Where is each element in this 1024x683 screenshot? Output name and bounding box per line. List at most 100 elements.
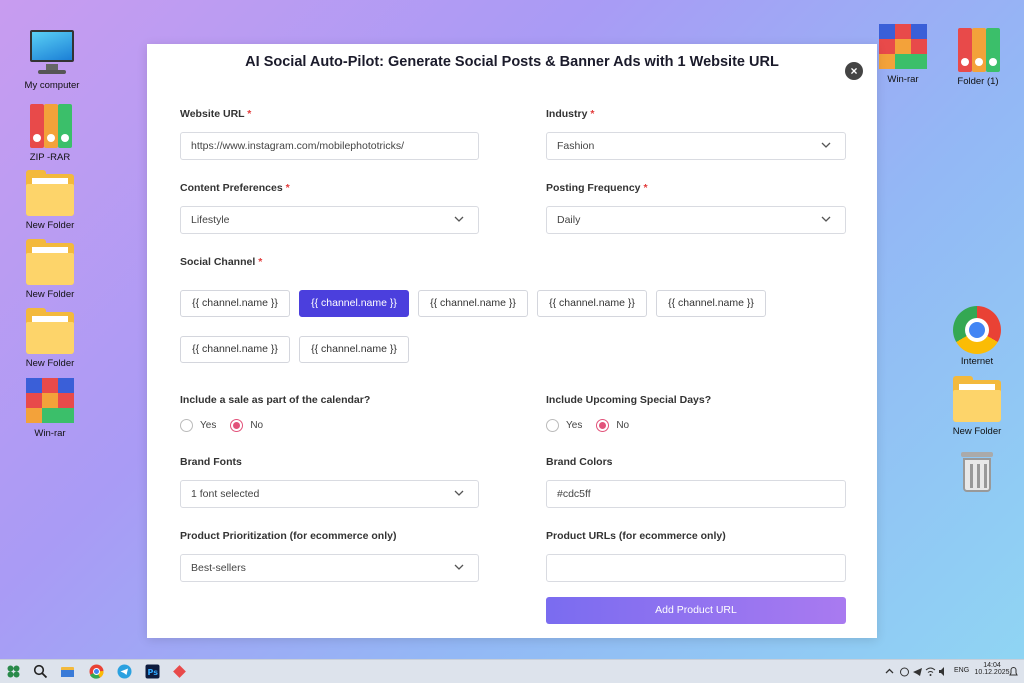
product-prioritization-label: Product Prioritization (for ecommerce on… bbox=[180, 530, 397, 542]
telegram-icon[interactable] bbox=[117, 664, 132, 679]
channel-chip-selected[interactable]: {{ channel.name }} bbox=[299, 290, 409, 317]
desktop-icon-new-folder-right[interactable]: New Folder bbox=[942, 376, 1012, 437]
taskbar: Ps ENG 14:04 10.12.2025 bbox=[0, 659, 1024, 683]
brand-fonts-value: 1 font selected bbox=[191, 488, 260, 500]
special-days-radio-group: Yes No bbox=[546, 419, 643, 432]
chevron-down-icon bbox=[821, 216, 831, 222]
desktop-icon-label: Folder (1) bbox=[957, 76, 999, 87]
search-icon[interactable] bbox=[33, 664, 48, 679]
website-url-label: Website URL * bbox=[180, 108, 252, 120]
folder-icon bbox=[26, 239, 74, 287]
desktop-icon-new-folder-3[interactable]: New Folder bbox=[15, 308, 85, 369]
desktop-icon-winrar[interactable]: Win-rar bbox=[15, 378, 85, 439]
chrome-icon[interactable] bbox=[89, 664, 104, 679]
radio-button-selected[interactable] bbox=[230, 419, 244, 432]
modal-title: AI Social Auto-Pilot: Generate Social Po… bbox=[245, 54, 779, 70]
special-days-no[interactable]: No bbox=[596, 419, 629, 432]
add-product-url-button[interactable]: Add Product URL bbox=[546, 597, 846, 624]
desktop-icon-new-folder-2[interactable]: New Folder bbox=[15, 239, 85, 300]
desktop-icon-winrar-right[interactable]: Win-rar bbox=[868, 24, 938, 85]
content-preferences-label: Content Preferences * bbox=[180, 182, 290, 194]
file-explorer-icon[interactable] bbox=[60, 664, 75, 679]
channel-chip[interactable]: {{ channel.name }} bbox=[180, 290, 290, 317]
radio-button[interactable] bbox=[546, 419, 559, 432]
desktop-icon-label: New Folder bbox=[952, 426, 1002, 437]
product-prioritization-value: Best-sellers bbox=[191, 562, 246, 574]
channel-chip[interactable]: {{ channel.name }} bbox=[537, 290, 647, 317]
desktop-icon-label: My computer bbox=[24, 80, 80, 91]
content-preferences-value: Lifestyle bbox=[191, 214, 230, 226]
start-icon[interactable] bbox=[6, 664, 21, 679]
industry-select[interactable]: Fashion bbox=[546, 132, 846, 160]
desktop-icon-zip-rar[interactable]: ZIP -RAR bbox=[15, 102, 85, 163]
photoshop-icon[interactable]: Ps bbox=[145, 664, 160, 679]
network-icon[interactable] bbox=[899, 664, 910, 679]
chevron-down-icon bbox=[454, 216, 464, 222]
folder-icon bbox=[26, 170, 74, 218]
brand-colors-label: Brand Colors bbox=[546, 456, 613, 468]
special-days-yes[interactable]: Yes bbox=[546, 419, 582, 432]
desktop-icon-label: Internet bbox=[960, 356, 994, 367]
industry-label: Industry * bbox=[546, 108, 595, 120]
product-urls-input[interactable] bbox=[546, 554, 846, 582]
desktop-icon-label: New Folder bbox=[25, 220, 75, 231]
volume-icon[interactable] bbox=[938, 664, 949, 679]
posting-frequency-label: Posting Frequency * bbox=[546, 182, 648, 194]
desktop-icon-label: New Folder bbox=[25, 289, 75, 300]
include-sale-label: Include a sale as part of the calendar? bbox=[180, 394, 371, 406]
desktop-icon-internet[interactable]: Internet bbox=[942, 306, 1012, 367]
folder-icon bbox=[953, 376, 1001, 424]
chevron-down-icon bbox=[821, 142, 831, 148]
clock[interactable]: 14:04 10.12.2025 bbox=[974, 662, 1010, 676]
special-days-label: Include Upcoming Special Days? bbox=[546, 394, 712, 406]
desktop-icon-new-folder-1[interactable]: New Folder bbox=[15, 170, 85, 231]
industry-value: Fashion bbox=[557, 140, 595, 152]
radio-button-selected[interactable] bbox=[596, 419, 610, 432]
wifi-icon[interactable] bbox=[925, 664, 936, 679]
chrome-icon bbox=[953, 306, 1001, 354]
website-url-input[interactable]: https://www.instagram.com/mobilephototri… bbox=[180, 132, 479, 160]
product-urls-label: Product URLs (for ecommerce only) bbox=[546, 530, 726, 542]
posting-frequency-select[interactable]: Daily bbox=[546, 206, 846, 234]
svg-text:Ps: Ps bbox=[148, 668, 159, 677]
folder-icon bbox=[26, 308, 74, 356]
desktop-icon-my-computer[interactable]: My computer bbox=[17, 30, 87, 91]
clock-time: 14:04 bbox=[983, 662, 1001, 669]
telegram-tray-icon[interactable] bbox=[912, 664, 923, 679]
winrar-icon bbox=[879, 24, 927, 72]
anydesk-icon[interactable] bbox=[172, 664, 187, 679]
channel-chip[interactable]: {{ channel.name }} bbox=[180, 336, 290, 363]
channel-chip[interactable]: {{ channel.name }} bbox=[656, 290, 766, 317]
chevron-up-icon[interactable] bbox=[884, 664, 895, 679]
channel-chip[interactable]: {{ channel.name }} bbox=[299, 336, 409, 363]
chevron-down-icon bbox=[454, 490, 464, 496]
desktop-icon-label: ZIP -RAR bbox=[29, 152, 71, 163]
include-sale-radio-group: Yes No bbox=[180, 419, 277, 432]
notification-icon[interactable] bbox=[1008, 664, 1019, 679]
language-indicator[interactable]: ENG bbox=[954, 667, 969, 674]
brand-fonts-select[interactable]: 1 font selected bbox=[180, 480, 479, 508]
desktop-icon-label: New Folder bbox=[25, 358, 75, 369]
computer-icon bbox=[28, 30, 76, 78]
chevron-down-icon bbox=[454, 564, 464, 570]
include-sale-no[interactable]: No bbox=[230, 419, 263, 432]
trash-icon bbox=[953, 448, 1001, 496]
social-channel-label: Social Channel * bbox=[180, 256, 263, 268]
content-preferences-select[interactable]: Lifestyle bbox=[180, 206, 479, 234]
brand-colors-input[interactable]: #cdc5ff bbox=[546, 480, 846, 508]
desktop-icon-label: Win-rar bbox=[34, 428, 66, 439]
clock-date: 10.12.2025 bbox=[974, 669, 1010, 676]
desktop-icon-folder-1[interactable]: Folder (1) bbox=[943, 26, 1013, 87]
brand-fonts-label: Brand Fonts bbox=[180, 456, 242, 468]
close-button[interactable]: × bbox=[845, 62, 863, 80]
desktop-icon-label: Win-rar bbox=[887, 74, 919, 85]
include-sale-yes[interactable]: Yes bbox=[180, 419, 216, 432]
zip-rar-icon bbox=[26, 102, 74, 150]
radio-button[interactable] bbox=[180, 419, 193, 432]
product-prioritization-select[interactable]: Best-sellers bbox=[180, 554, 479, 582]
channel-chip[interactable]: {{ channel.name }} bbox=[418, 290, 528, 317]
desktop-icon-recycle-bin[interactable] bbox=[942, 448, 1012, 498]
auto-pilot-modal: AI Social Auto-Pilot: Generate Social Po… bbox=[147, 44, 877, 638]
zip-rar-icon bbox=[954, 26, 1002, 74]
posting-frequency-value: Daily bbox=[557, 214, 581, 226]
